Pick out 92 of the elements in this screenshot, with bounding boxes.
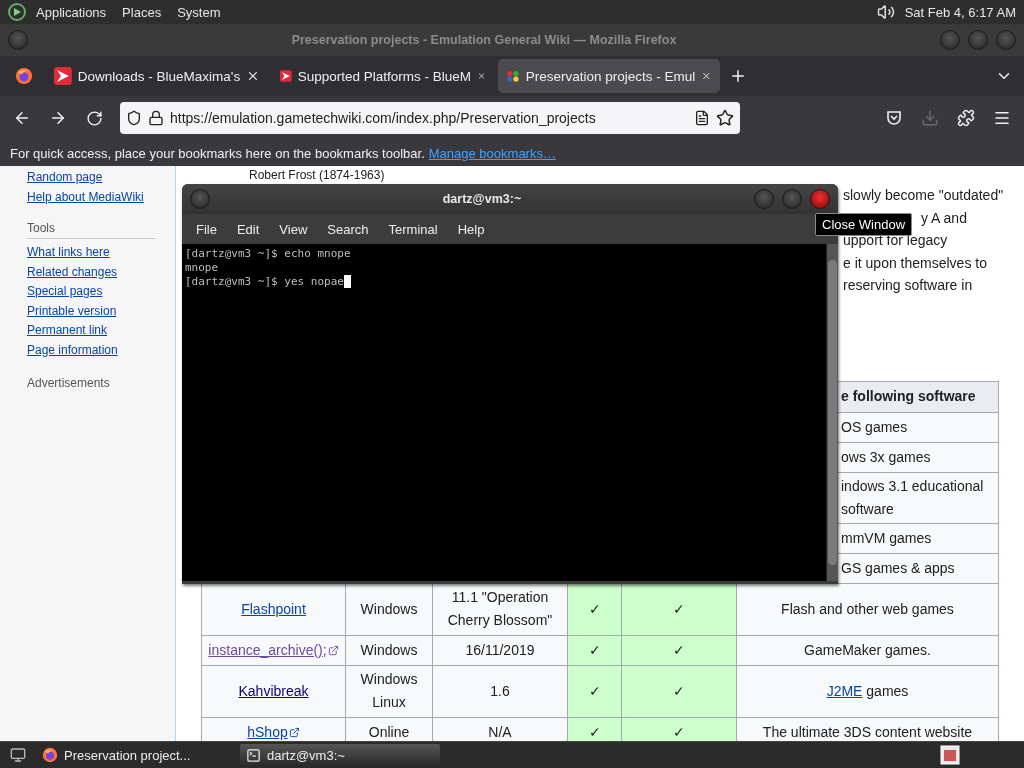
paragraph-fragment: reserving software in bbox=[843, 277, 973, 293]
table-cell-text: The ultimate 3DS content website bbox=[762, 722, 973, 741]
firefox-icon bbox=[15, 67, 33, 85]
terminal-menu[interactable]: Edit bbox=[226, 221, 270, 237]
arrow-favicon-icon bbox=[54, 67, 72, 85]
terminal-line: [dartz@vm3 ~]$ yes nopae bbox=[185, 275, 344, 289]
table-cell-text: Windows bbox=[360, 640, 418, 660]
column-header: e following software bbox=[841, 387, 976, 406]
sidebar-link[interactable]: Page information bbox=[27, 340, 175, 360]
clock[interactable]: Sat Feb 4, 6:17 AM bbox=[904, 4, 1016, 20]
check-mark: ✓ bbox=[588, 722, 601, 741]
table-cell-text: mmVM games bbox=[841, 528, 932, 548]
table-cell-text: Flash and other web games bbox=[781, 599, 954, 619]
table-cell-text: GameMaker games. bbox=[804, 640, 931, 660]
check-mark: ✓ bbox=[588, 640, 601, 660]
text-cursor bbox=[343, 275, 351, 288]
table-cell-text: J2ME games bbox=[826, 679, 909, 703]
arrow-favicon-icon bbox=[280, 67, 292, 85]
paragraph-fragment: e it upon themselves to bbox=[843, 254, 987, 271]
table-cell-text: 16/11/2019 bbox=[465, 640, 535, 660]
close-tab-icon[interactable] bbox=[246, 69, 260, 83]
terminal-line: [dartz@vm3 ~]$ echo mnope bbox=[185, 247, 351, 261]
lock-icon[interactable] bbox=[148, 110, 164, 126]
check-mark: ✓ bbox=[673, 640, 685, 660]
panel-menu[interactable]: Applications bbox=[30, 4, 113, 20]
table-cell-text: N/A bbox=[488, 722, 512, 741]
terminal-icon bbox=[246, 747, 261, 763]
sidebar-link[interactable]: Related changes bbox=[27, 262, 175, 282]
terminal-menu[interactable]: File bbox=[186, 221, 227, 237]
paragraph-fragment: y A and bbox=[921, 209, 967, 226]
check-mark: ✓ bbox=[673, 599, 685, 619]
sidebar-link[interactable]: Printable version bbox=[27, 301, 175, 321]
check-mark: ✓ bbox=[673, 681, 685, 701]
check-mark: ✓ bbox=[588, 681, 601, 701]
terminal-menu[interactable]: Terminal bbox=[378, 221, 448, 237]
back-icon[interactable] bbox=[13, 109, 31, 127]
sidebar-link[interactable]: Help about MediaWiki bbox=[27, 187, 175, 207]
browser-tab[interactable]: Preservation projects - Emul bbox=[498, 59, 720, 93]
external-link-icon bbox=[288, 726, 300, 738]
table-cell-text: OS games bbox=[841, 417, 908, 437]
address-field[interactable]: https://emulation.gametechwiki.com/index.php/Preservation_projects bbox=[120, 102, 740, 134]
scrollbar[interactable] bbox=[826, 244, 838, 581]
bookmark-star-icon[interactable] bbox=[716, 109, 734, 127]
show-desktop-icon[interactable] bbox=[10, 747, 26, 763]
panel-menu[interactable]: Places bbox=[116, 4, 168, 20]
sidebar-link[interactable]: What links here bbox=[27, 243, 175, 263]
reader-view-icon[interactable] bbox=[694, 110, 710, 126]
table-cell-text: Windows bbox=[360, 599, 418, 619]
sidebar-heading: Advertisements bbox=[27, 375, 111, 392]
pocket-icon[interactable] bbox=[885, 109, 903, 127]
panel-menu[interactable]: System bbox=[171, 4, 227, 20]
manage-bookmarks-link[interactable]: Manage bookmarks… bbox=[428, 145, 556, 161]
new-tab-icon[interactable] bbox=[729, 67, 747, 85]
table-link[interactable]: J2ME bbox=[826, 679, 863, 703]
terminal-menu[interactable]: Help bbox=[447, 221, 495, 237]
terminal-menu[interactable]: Search bbox=[317, 221, 379, 237]
distro-logo-icon[interactable] bbox=[8, 3, 26, 21]
reload-icon[interactable] bbox=[85, 109, 103, 127]
external-link-icon bbox=[327, 644, 339, 656]
window-title: dartz@vm3:~ bbox=[441, 192, 523, 206]
image-caption: Robert Frost (1874-1963) bbox=[249, 168, 385, 182]
browser-tab[interactable]: Downloads - BlueMaxima's bbox=[46, 59, 268, 93]
sidebar-link[interactable]: Special pages bbox=[27, 282, 175, 302]
check-mark: ✓ bbox=[588, 599, 601, 619]
sidebar-heading: Tools bbox=[27, 219, 155, 239]
tooltip: Close Window bbox=[815, 213, 913, 236]
check-mark: ✓ bbox=[673, 722, 685, 741]
menu-icon[interactable] bbox=[993, 109, 1011, 127]
close-button[interactable] bbox=[810, 189, 830, 209]
table-cell-text: GS games & apps bbox=[841, 558, 955, 578]
table-cell-text: 1.6 bbox=[490, 681, 510, 701]
forward-icon[interactable] bbox=[49, 109, 67, 127]
workspace-icon[interactable] bbox=[940, 745, 960, 765]
shield-icon[interactable] bbox=[126, 110, 142, 126]
table-cell-text: ows 3x games bbox=[841, 447, 931, 467]
sidebar-link[interactable]: Permanent link bbox=[27, 321, 175, 341]
terminal-line: mnope bbox=[185, 261, 219, 275]
taskbar-item[interactable]: dartz@vm3:~ bbox=[240, 744, 440, 766]
bookmarks-hint: For quick access, place your bookmarks here on the bookmarks toolbar. bbox=[10, 145, 425, 161]
table-cell-text: indows 3.1 educational software bbox=[841, 476, 984, 519]
taskbar-item[interactable]: Preservation project... bbox=[36, 744, 236, 766]
window-title: Preservation projects - Emulation General Wiki — Mozilla Firefox bbox=[290, 33, 678, 47]
browser-tab[interactable]: Supported Platforms - BlueM bbox=[272, 59, 494, 93]
firefox-icon bbox=[42, 747, 58, 763]
sidebar-link[interactable]: Random page bbox=[27, 168, 175, 188]
terminal-menu[interactable]: View bbox=[269, 221, 318, 237]
paragraph-fragment: slowly become "outdated" bbox=[843, 187, 1004, 203]
speaker-icon[interactable] bbox=[876, 3, 895, 21]
table-cell-text: Online bbox=[368, 722, 410, 741]
extensions-icon[interactable] bbox=[957, 109, 975, 127]
table-cell-text: 11.1 "Operation Cherry Blossom" bbox=[447, 588, 553, 630]
table-cell-text: Windows Linux bbox=[360, 670, 418, 712]
